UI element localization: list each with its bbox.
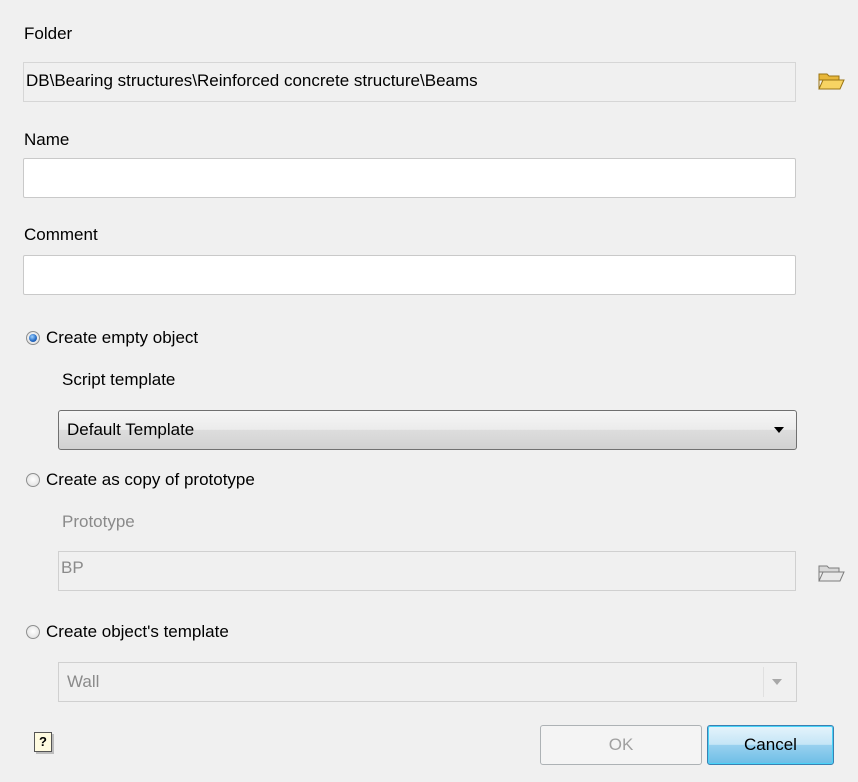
- cancel-button[interactable]: Cancel: [707, 725, 834, 765]
- create-object-template-label: Create object's template: [46, 622, 229, 641]
- chevron-down-icon: [772, 679, 782, 685]
- comment-label: Comment: [24, 225, 98, 244]
- name-label: Name: [24, 130, 70, 149]
- create-empty-object-label: Create empty object: [46, 328, 199, 347]
- dropdown-separator: [763, 667, 764, 697]
- comment-input[interactable]: [23, 255, 796, 295]
- prototype-browse-icon: [816, 561, 846, 585]
- folder-label: Folder: [24, 24, 73, 43]
- folder-browse-icon[interactable]: [816, 69, 846, 93]
- prototype-field: BP: [58, 551, 796, 591]
- object-template-dropdown: Wall: [58, 662, 797, 702]
- chevron-down-icon: [774, 427, 784, 433]
- help-icon[interactable]: ?: [34, 732, 52, 752]
- script-template-dropdown[interactable]: Default Template: [58, 410, 797, 450]
- create-copy-prototype-radio[interactable]: [26, 473, 40, 487]
- create-copy-prototype-label: Create as copy of prototype: [46, 470, 255, 489]
- create-object-template-radio[interactable]: [26, 625, 40, 639]
- create-copy-prototype-option[interactable]: Create as copy of prototype: [26, 470, 255, 490]
- script-template-label-text: Script template: [62, 370, 176, 389]
- name-input[interactable]: [23, 158, 796, 198]
- ok-button[interactable]: OK: [540, 725, 702, 765]
- object-template-value: Wall: [67, 672, 100, 691]
- folder-path-field: DB\Bearing structures\Reinforced concret…: [23, 62, 796, 102]
- create-empty-object-radio[interactable]: [26, 331, 40, 345]
- script-template-value: Default Template: [67, 420, 195, 439]
- create-empty-object-option[interactable]: Create empty object: [26, 328, 198, 348]
- prototype-label: Prototype: [62, 512, 135, 531]
- create-object-template-option[interactable]: Create object's template: [26, 622, 229, 642]
